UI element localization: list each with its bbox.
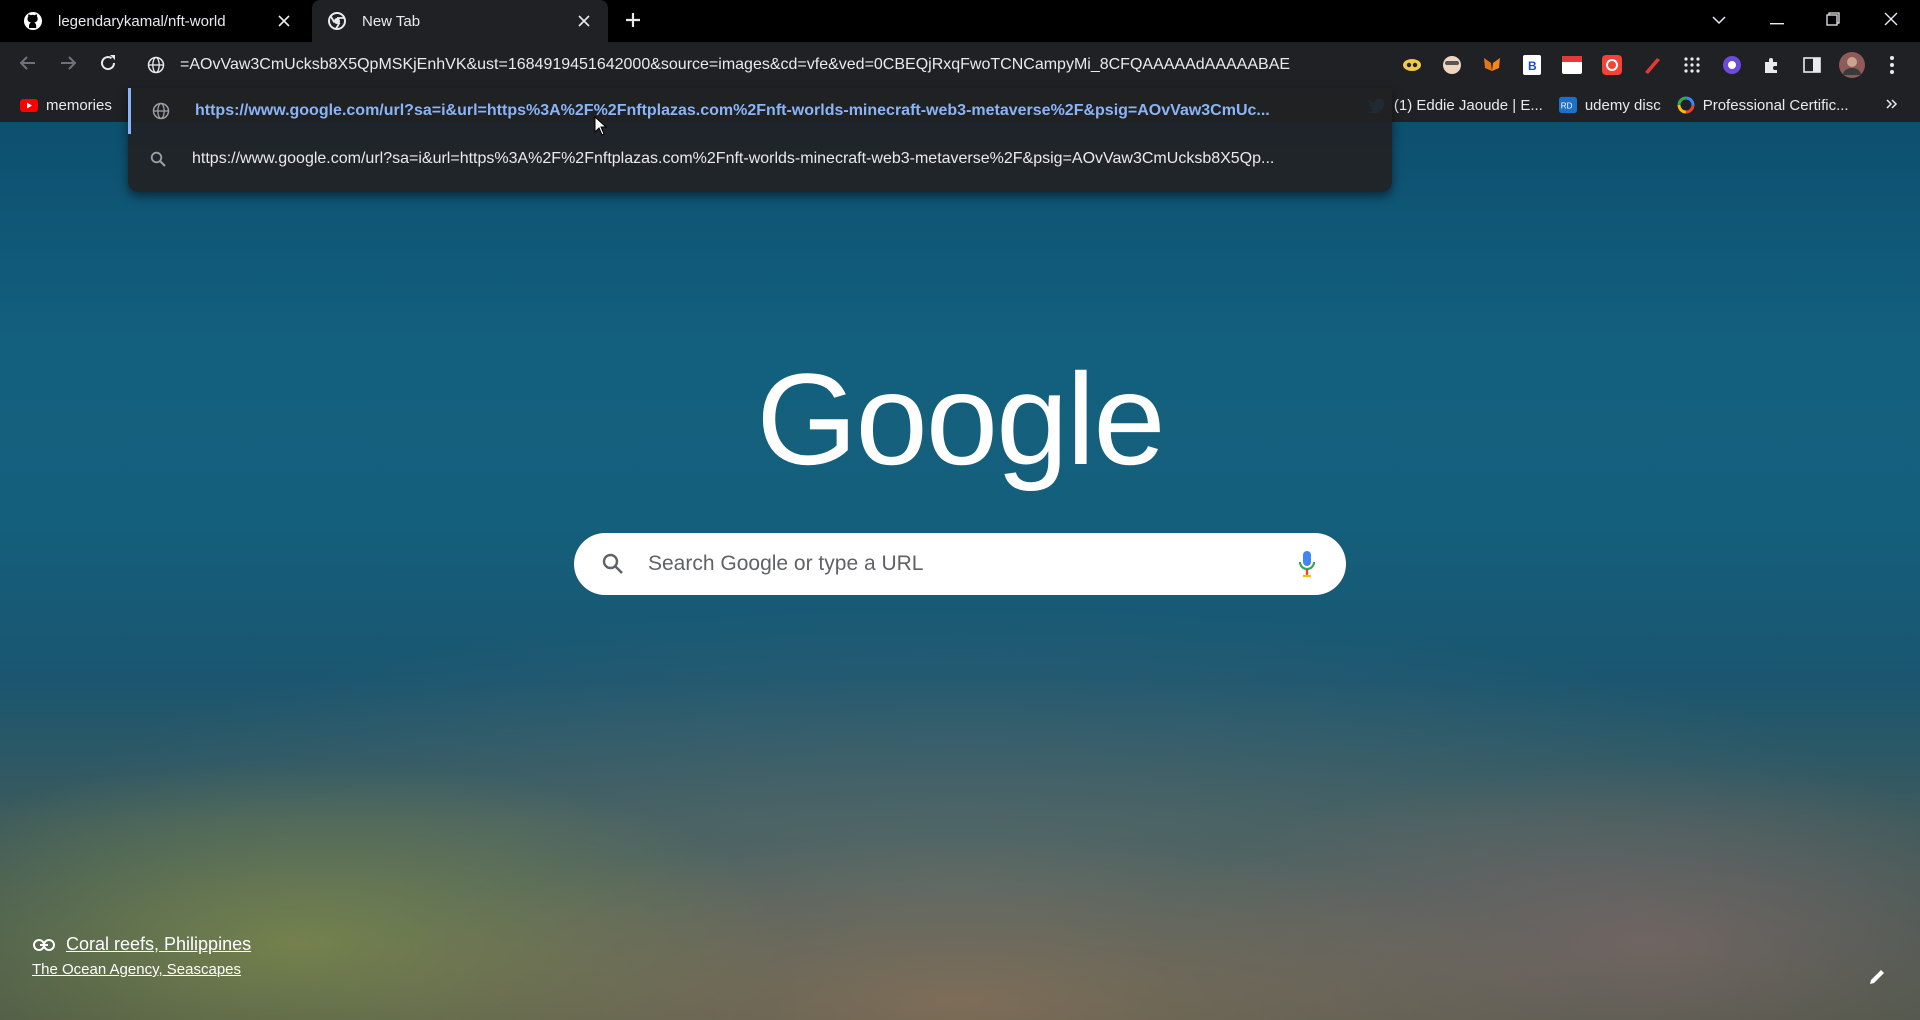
- tab-title: New Tab: [362, 12, 421, 30]
- metamask-icon[interactable]: [1478, 51, 1506, 79]
- bookmark-memories[interactable]: memories: [12, 91, 120, 119]
- globe-icon: [151, 101, 171, 121]
- reload-button[interactable]: [94, 51, 122, 79]
- back-button[interactable]: [14, 51, 42, 79]
- pen-ext-icon[interactable]: [1638, 51, 1666, 79]
- omnibox[interactable]: [130, 48, 1392, 82]
- microphone-icon[interactable]: [1294, 549, 1320, 579]
- grid-ext-icon[interactable]: [1678, 51, 1706, 79]
- search-icon: [600, 551, 626, 577]
- youtube-icon: [20, 96, 38, 114]
- record-ext-icon[interactable]: [1598, 51, 1626, 79]
- eye-ext-icon[interactable]: [1398, 51, 1426, 79]
- chrome-icon: [326, 10, 348, 32]
- bookmark-label: Professional Certific...: [1702, 96, 1849, 114]
- google-icon: [1677, 96, 1695, 114]
- minimize-icon: [1770, 12, 1784, 30]
- suggestion-text: https://www.google.com/url?sa=i&url=http…: [192, 150, 1275, 167]
- close-icon: [1884, 12, 1898, 31]
- arrow-left-icon: [19, 54, 37, 77]
- tab-search-button[interactable]: [1704, 6, 1734, 36]
- restore-button[interactable]: [1818, 6, 1848, 36]
- link-icon: [32, 935, 56, 955]
- forward-button[interactable]: [54, 51, 82, 79]
- bookmark-udemy-disc[interactable]: RD udemy disc: [1551, 91, 1669, 119]
- search-icon: [148, 149, 168, 169]
- suggestion-text: https://www.google.com/url?sa=i&url=http…: [195, 102, 1270, 119]
- customize-button[interactable]: [1862, 964, 1892, 994]
- restore-icon: [1826, 11, 1840, 31]
- svg-text:B: B: [1528, 59, 1537, 73]
- toolbar: B: [0, 42, 1920, 88]
- google-logo: Google: [756, 346, 1165, 492]
- double-chevron-right-icon: [1886, 97, 1898, 114]
- bookmark-label: (1) Eddie Jaoude | E...: [1393, 96, 1543, 114]
- tab-github[interactable]: legendarykamal/nft-world: [8, 0, 308, 42]
- background-attribution: Coral reefs, Philippines The Ocean Agenc…: [32, 934, 251, 978]
- extensions-area: B: [1398, 51, 1906, 79]
- pencil-icon: [1867, 967, 1887, 992]
- circle-ext-icon[interactable]: [1718, 51, 1746, 79]
- minimize-button[interactable]: [1762, 6, 1792, 36]
- close-window-button[interactable]: [1876, 6, 1906, 36]
- rd-icon: RD: [1558, 96, 1577, 114]
- ntp-search-input[interactable]: [648, 552, 1294, 576]
- omnibox-suggestions: https://www.google.com/url?sa=i&url=http…: [128, 88, 1392, 192]
- new-tab-button[interactable]: [620, 9, 646, 35]
- bookmark-label: memories: [46, 96, 112, 114]
- bookmark-label: udemy disc: [1584, 96, 1661, 114]
- more-menu-button[interactable]: [1878, 51, 1906, 79]
- new-tab-page: Google Coral reefs, Philippines The Ocea…: [0, 122, 1920, 1020]
- attribution-subtitle-link[interactable]: The Ocean Agency, Seascapes: [32, 961, 251, 978]
- svg-text:RD: RD: [1561, 102, 1573, 111]
- bookmark-professional-certific[interactable]: Professional Certific...: [1669, 91, 1857, 119]
- github-icon: [22, 10, 44, 32]
- tab-new-tab[interactable]: New Tab: [312, 0, 608, 42]
- address-bar-input[interactable]: [180, 56, 1392, 74]
- suggestion-item[interactable]: https://www.google.com/url?sa=i&url=http…: [128, 136, 1392, 182]
- ntp-search-box[interactable]: [574, 533, 1346, 595]
- tab-title: legendarykamal/nft-world: [58, 12, 226, 30]
- calendar-ext-icon[interactable]: [1558, 51, 1586, 79]
- puzzle-icon[interactable]: [1758, 51, 1786, 79]
- profile-avatar[interactable]: [1838, 51, 1866, 79]
- reload-icon: [99, 54, 117, 77]
- globe-icon: [146, 55, 166, 75]
- attribution-title-link[interactable]: Coral reefs, Philippines: [32, 934, 251, 955]
- close-icon[interactable]: [574, 11, 594, 31]
- face-ext-icon[interactable]: [1438, 51, 1466, 79]
- arrow-right-icon: [59, 54, 77, 77]
- suggestion-item[interactable]: https://www.google.com/url?sa=i&url=http…: [128, 88, 1392, 134]
- sidepanel-icon[interactable]: [1798, 51, 1826, 79]
- chevron-down-icon: [1711, 12, 1727, 30]
- b-ext-icon[interactable]: B: [1518, 51, 1546, 79]
- tab-strip: legendarykamal/nft-world New Tab: [0, 0, 1920, 42]
- attribution-title: Coral reefs, Philippines: [66, 934, 252, 954]
- mouse-cursor: [594, 115, 608, 141]
- plus-icon: [624, 11, 642, 34]
- close-icon[interactable]: [274, 11, 294, 31]
- bookmarks-overflow-button[interactable]: [1878, 91, 1906, 119]
